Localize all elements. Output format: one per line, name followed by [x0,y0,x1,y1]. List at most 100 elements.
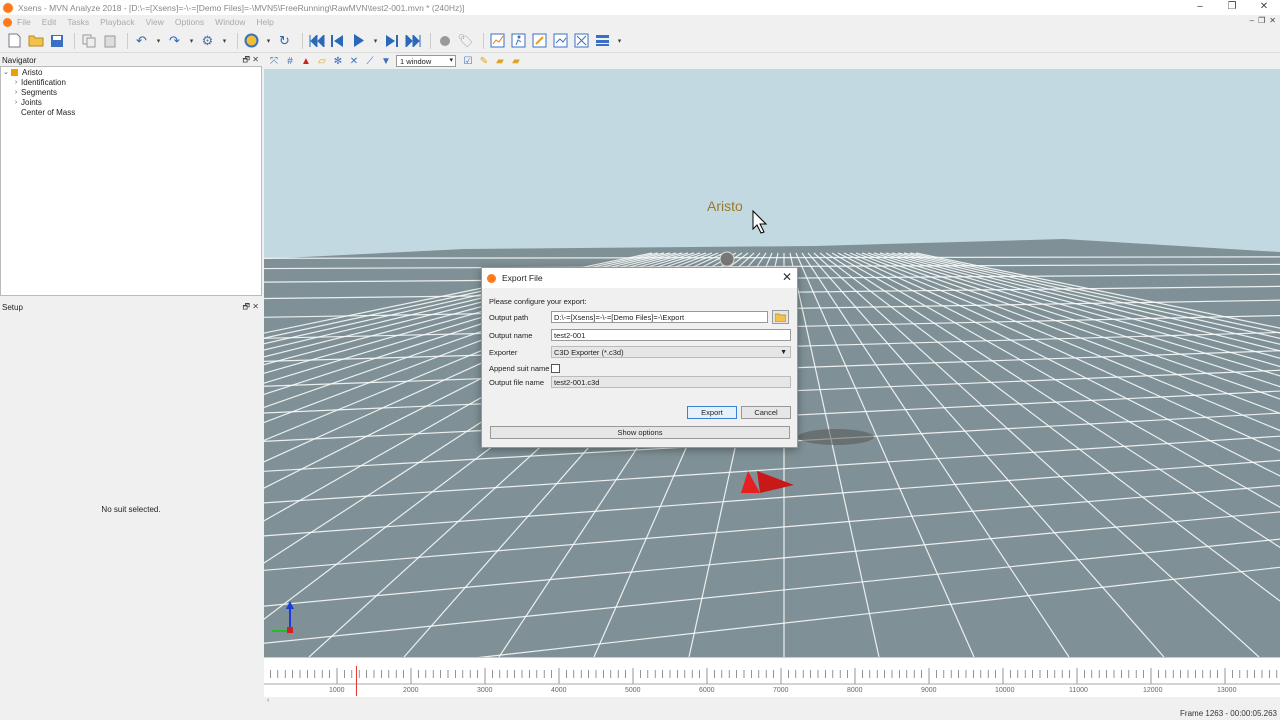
open-folder-icon[interactable] [27,32,44,49]
record-icon[interactable] [436,32,453,49]
previous-frame-icon[interactable] [329,32,346,49]
viewport-toolbar: ⤧ # ▲ ▱ ✻ ✕ ⟋ ▼ 1 window ▾ ☑ ✎ ▰ ▰ [264,53,1280,69]
folder-edit-icon[interactable]: ▰ [494,55,506,67]
output-name-field[interactable]: test2-001 [551,329,791,341]
copy-icon[interactable] [80,32,97,49]
new-file-icon[interactable] [6,32,23,49]
edit-icon[interactable] [531,32,548,49]
pencil-icon[interactable]: ✎ [478,55,490,67]
timeline[interactable]: 1000 2000 3000 4000 5000 6000 7000 8000 9000 1000… [264,657,1280,697]
timeline-label: 11000 [1069,687,1088,694]
reprocess-icon[interactable]: ↻ [276,32,293,49]
output-path-field[interactable]: D:\-=[Xsens]=-\-=[Demo Files]=-\Export [551,311,768,323]
expand-arrow-icon[interactable]: › [11,79,21,86]
process-dropdown-icon[interactable]: ▾ [264,32,273,49]
menu-edit[interactable]: Edit [42,17,57,27]
timeline-label: 7000 [773,687,789,694]
menu-tasks[interactable]: Tasks [67,17,89,27]
chart-icon[interactable] [489,32,506,49]
collapse-arrow-icon[interactable]: ⌄ [1,68,11,76]
run-icon[interactable] [510,32,527,49]
menu-help[interactable]: Help [256,17,273,27]
settings-icon[interactable]: ⚙ [199,32,216,49]
folder-icon[interactable]: ▰ [510,55,522,67]
empty-state-text: No suit selected. [101,505,161,514]
float-panel-icon[interactable]: 🗗 [243,55,251,64]
floor-icon[interactable]: ▱ [316,55,328,67]
output-file-name-row: Output file name test2-001.c3d [489,376,791,388]
next-frame-icon[interactable] [383,32,400,49]
segment-icon[interactable]: ⟋ [364,55,376,67]
show-options-button[interactable]: Show options [490,426,790,439]
fullscreen-icon[interactable] [573,32,590,49]
play-icon[interactable] [350,32,367,49]
folder-icon [775,313,786,322]
process-icon[interactable] [243,32,260,49]
checklist-icon[interactable]: ☑ [462,55,474,67]
close-window-button[interactable]: ✕ [1248,0,1280,15]
setup-panel: No suit selected. [0,313,262,720]
close-panel-icon[interactable]: ✕ [252,302,259,311]
mdi-restore-icon[interactable]: ❐ [1258,16,1265,25]
exporter-label: Exporter [489,347,518,357]
go-to-end-icon[interactable] [404,32,421,49]
save-icon[interactable] [48,32,65,49]
mouse-cursor-icon [752,209,768,234]
marker-icon[interactable]: ▲ [300,55,312,67]
tree-item-segments[interactable]: › Segments [1,87,261,97]
output-file-name-field: test2-001.c3d [551,376,791,388]
timeline-label: 2000 [403,687,419,694]
export-button[interactable]: Export [687,406,737,419]
menu-options[interactable]: Options [175,17,204,27]
expand-arrow-icon[interactable]: › [11,89,21,96]
tree-item-identification[interactable]: › Identification [1,77,261,87]
paste-icon[interactable] [101,32,118,49]
go-to-start-icon[interactable] [308,32,325,49]
minimize-button[interactable]: – [1184,0,1216,15]
joints-icon[interactable]: ✕ [348,55,360,67]
menu-file[interactable]: File [17,17,31,27]
zoom-fit-icon[interactable]: ⤧ [268,55,280,67]
tree-item-label: Segments [21,87,58,97]
undo-icon[interactable]: ↶ [133,32,150,49]
menu-playback[interactable]: Playback [100,17,135,27]
settings-dropdown-icon[interactable]: ▾ [220,32,229,49]
filter-icon[interactable]: ▼ [380,55,392,67]
toolbar-separator [430,32,431,49]
app-window: Xsens - MVN Analyze 2018 - [D:\-=[Xsens]… [0,0,1280,720]
scroll-left-icon[interactable]: ‹ [267,697,269,704]
grid-icon[interactable]: # [284,55,296,67]
tree-item-joints[interactable]: › Joints [1,97,261,107]
cancel-button[interactable]: Cancel [741,406,791,419]
expand-arrow-icon[interactable]: › [11,99,21,106]
timeline-scrollbar[interactable]: ‹ [264,697,1280,707]
app-menu-icon[interactable] [3,17,12,27]
float-panel-icon[interactable]: 🗗 [243,302,251,311]
exporter-select[interactable]: C3D Exporter (*.c3d) ▼ [551,346,791,358]
redo-icon[interactable]: ↷ [166,32,183,49]
tree-item-center-of-mass[interactable]: Center of Mass [1,107,261,117]
menu-view[interactable]: View [146,17,164,27]
output-name-row: Output name test2-001 [489,329,791,341]
layout-icon[interactable] [594,32,611,49]
mdi-minimize-icon[interactable]: – [1250,16,1254,25]
dialog-close-icon[interactable]: ✕ [782,270,792,284]
tag-icon[interactable]: 🏷 [457,32,474,49]
output-path-label: Output path [489,312,529,322]
undo-dropdown-icon[interactable]: ▾ [154,32,163,49]
layout-dropdown-icon[interactable]: ▾ [615,32,624,49]
status-bar: Frame 1263 - 00:00:05.263 [0,707,1280,720]
play-dropdown-icon[interactable]: ▾ [371,32,380,49]
toolbar-separator [127,32,128,49]
append-suit-checkbox[interactable] [551,363,560,373]
skeleton-icon[interactable]: ✻ [332,55,344,67]
redo-dropdown-icon[interactable]: ▾ [187,32,196,49]
graph-icon[interactable] [552,32,569,49]
mdi-close-icon[interactable]: ✕ [1269,16,1276,25]
tree-item-aristo[interactable]: ⌄ Aristo [1,67,261,77]
maximize-button[interactable]: ❐ [1216,0,1248,15]
close-panel-icon[interactable]: ✕ [252,55,259,64]
window-layout-select[interactable]: 1 window ▾ [396,55,456,67]
browse-folder-button[interactable] [772,310,789,324]
menu-window[interactable]: Window [215,17,245,27]
